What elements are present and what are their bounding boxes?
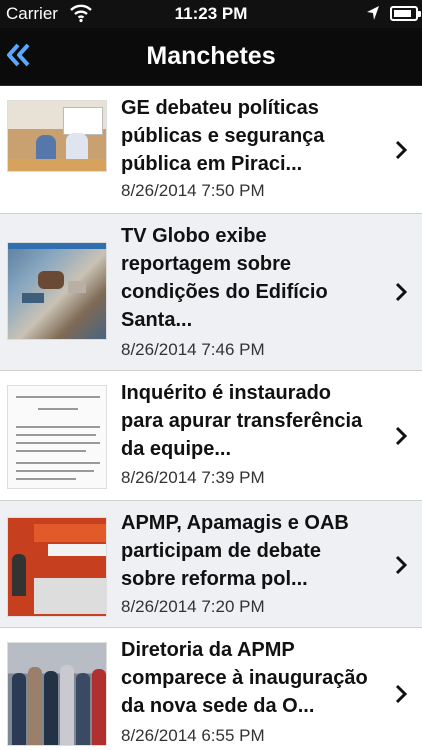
news-thumbnail <box>7 385 107 489</box>
battery-icon <box>390 6 421 21</box>
chevron-right-icon <box>395 684 408 704</box>
navigation-bar: Manchetes <box>0 28 422 86</box>
news-thumbnail <box>7 100 107 172</box>
news-headline: APMP, Apamagis e OAB participam de debat… <box>121 512 349 590</box>
news-list: GE debateu políticas públicas e seguranç… <box>0 86 422 750</box>
chevron-right-icon <box>395 426 408 446</box>
news-date: 8/26/2014 7:39 PM <box>121 468 265 487</box>
news-date: 8/26/2014 7:50 PM <box>121 181 265 200</box>
news-item[interactable]: APMP, Apamagis e OAB participam de debat… <box>0 501 422 628</box>
page-title: Manchetes <box>146 42 276 70</box>
chevron-right-icon <box>395 140 408 160</box>
news-headline: GE debateu políticas públicas e seguranç… <box>121 97 325 175</box>
news-date: 8/26/2014 7:20 PM <box>121 597 265 616</box>
news-item[interactable]: GE debateu políticas públicas e seguranç… <box>0 86 422 214</box>
news-headline: TV Globo exibe reportagem sobre condiçõe… <box>121 225 328 331</box>
news-date: 8/26/2014 6:55 PM <box>121 726 265 745</box>
news-thumbnail <box>7 517 107 617</box>
clock: 11:23 PM <box>174 4 248 23</box>
news-date: 8/26/2014 7:46 PM <box>121 340 265 359</box>
news-thumbnail <box>7 642 107 746</box>
location-arrow-icon <box>367 6 379 20</box>
news-item[interactable]: TV Globo exibe reportagem sobre condiçõe… <box>0 214 422 371</box>
news-headline: Diretoria da APMP comparece à inauguraçã… <box>121 639 368 717</box>
news-thumbnail <box>7 242 107 340</box>
news-headline: Inquérito é instaurado para apurar trans… <box>121 382 363 460</box>
chevron-right-icon <box>395 555 408 575</box>
chevron-right-icon <box>395 282 408 302</box>
news-item[interactable]: Inquérito é instaurado para apurar trans… <box>0 371 422 501</box>
status-bar: Carrier 11:23 PM <box>0 0 422 28</box>
news-item[interactable]: Diretoria da APMP comparece à inauguraçã… <box>0 628 422 750</box>
battery-fill <box>394 10 411 17</box>
